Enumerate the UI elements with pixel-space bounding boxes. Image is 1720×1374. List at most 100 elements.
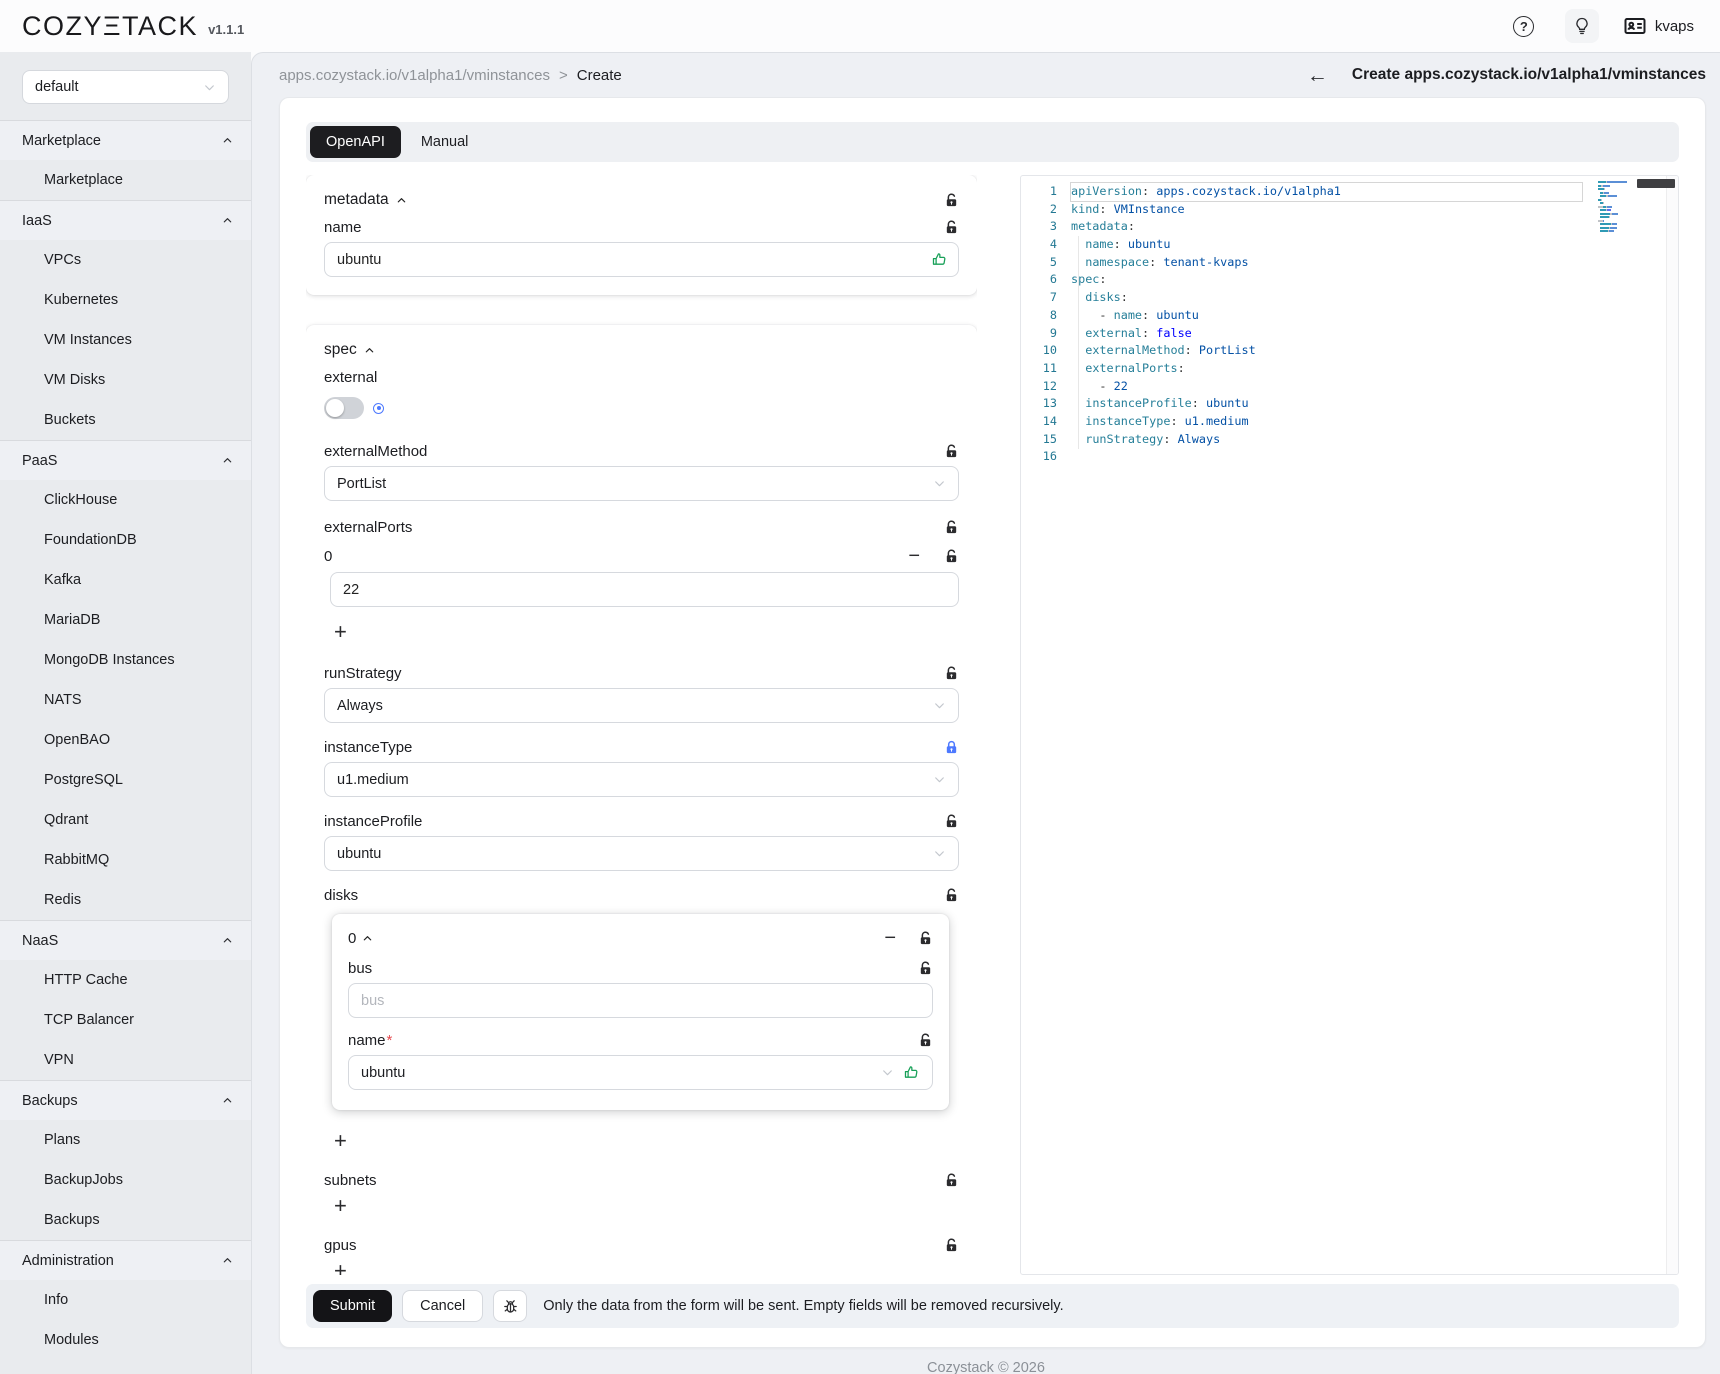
editor-minimap[interactable] xyxy=(1598,181,1662,237)
indent-guide xyxy=(1078,236,1079,449)
sidebar-item-marketplace[interactable]: Marketplace xyxy=(0,160,251,200)
add-disk-button[interactable]: + xyxy=(328,1128,353,1154)
sidebar-item-mongodb-instances[interactable]: MongoDB Instances xyxy=(0,640,251,680)
sidebar-item-kafka[interactable]: Kafka xyxy=(0,560,251,600)
breadcrumb-path[interactable]: apps.cozystack.io/v1alpha1/vminstances xyxy=(279,67,550,84)
sidebar-item-backups[interactable]: Backups xyxy=(0,1200,251,1240)
editor-line: 2kind: VMInstance xyxy=(1021,201,1678,219)
sidebar-item-vm-disks[interactable]: VM Disks xyxy=(0,360,251,400)
add-gpu-button[interactable]: + xyxy=(328,1258,353,1275)
chevron-up-icon xyxy=(222,1095,233,1106)
metadata-name-input[interactable] xyxy=(324,242,959,277)
sidebar-item-http-cache[interactable]: HTTP Cache xyxy=(0,960,251,1000)
sidebar-section-administration[interactable]: Administration xyxy=(0,1240,251,1280)
line-number: 9 xyxy=(1021,325,1071,343)
sidebar-section-paas[interactable]: PaaS xyxy=(0,440,251,480)
remove-disk-button[interactable]: − xyxy=(878,926,902,950)
lock-icon[interactable] xyxy=(944,740,959,755)
chevron-up-icon xyxy=(364,345,375,356)
unlock-icon[interactable] xyxy=(944,520,959,535)
sidebar-item-qdrant[interactable]: Qdrant xyxy=(0,800,251,840)
bus-input[interactable] xyxy=(348,983,933,1018)
sidebar-item-backupjobs[interactable]: BackupJobs xyxy=(0,1160,251,1200)
tab-openapi[interactable]: OpenAPI xyxy=(310,126,401,158)
add-port-button[interactable]: + xyxy=(328,619,353,645)
unlock-icon[interactable] xyxy=(944,220,959,235)
unlock-icon[interactable] xyxy=(918,931,933,946)
external-toggle[interactable] xyxy=(324,397,364,419)
sidebar-item-nats[interactable]: NATS xyxy=(0,680,251,720)
editor-line: 10 externalMethod: PortList xyxy=(1021,342,1678,360)
sidebar-item-redis[interactable]: Redis xyxy=(0,880,251,920)
chevron-down-icon xyxy=(933,699,946,712)
instancetype-select[interactable]: u1.medium xyxy=(324,762,959,797)
sidebar-item-clickhouse[interactable]: ClickHouse xyxy=(0,480,251,520)
unlock-icon[interactable] xyxy=(944,666,959,681)
sidebar-item-vpcs[interactable]: VPCs xyxy=(0,240,251,280)
unlock-icon[interactable] xyxy=(918,961,933,976)
sidebar-item-info[interactable]: Info xyxy=(0,1280,251,1320)
line-number: 10 xyxy=(1021,342,1071,360)
sidebar-item-vm-instances[interactable]: VM Instances xyxy=(0,320,251,360)
unlock-icon[interactable] xyxy=(944,549,959,564)
line-number: 13 xyxy=(1021,395,1071,413)
disk-name-label: name* xyxy=(348,1032,392,1049)
unlock-icon[interactable] xyxy=(944,1238,959,1253)
help-icon: ? xyxy=(1513,16,1534,37)
bug-icon xyxy=(501,1297,520,1316)
unlock-icon[interactable] xyxy=(944,444,959,459)
sidebar-item-modules[interactable]: Modules xyxy=(0,1320,251,1360)
externalports-0-input[interactable] xyxy=(330,572,959,607)
namespace-select[interactable]: default xyxy=(22,70,229,104)
editor-scrollbar[interactable] xyxy=(1666,176,1678,1274)
debug-button[interactable] xyxy=(493,1290,527,1322)
chevron-down-icon xyxy=(881,1066,894,1079)
theme-toggle-button[interactable] xyxy=(1565,9,1599,43)
externalmethod-select[interactable]: PortList xyxy=(324,466,959,501)
sidebar-section-iaas[interactable]: IaaS xyxy=(0,200,251,240)
submit-button[interactable]: Submit xyxy=(313,1290,392,1322)
back-arrow-icon[interactable]: ← xyxy=(1307,65,1328,86)
sidebar-item-mariadb[interactable]: MariaDB xyxy=(0,600,251,640)
unlock-icon[interactable] xyxy=(944,814,959,829)
sidebar-item-buckets[interactable]: Buckets xyxy=(0,400,251,440)
spec-section-header[interactable]: spec xyxy=(324,341,375,359)
chevron-up-icon xyxy=(222,935,233,946)
sidebar-section-backups[interactable]: Backups xyxy=(0,1080,251,1120)
tab-manual[interactable]: Manual xyxy=(405,126,485,158)
disk-name-select[interactable]: ubuntu xyxy=(348,1055,933,1090)
sidebar-item-vpn[interactable]: VPN xyxy=(0,1040,251,1080)
remove-port-button[interactable]: − xyxy=(902,544,926,568)
sidebar-item-postgresql[interactable]: PostgreSQL xyxy=(0,760,251,800)
help-button[interactable]: ? xyxy=(1507,9,1541,43)
sidebar-item-plans[interactable]: Plans xyxy=(0,1120,251,1160)
chevron-up-icon xyxy=(396,195,407,206)
unlock-icon[interactable] xyxy=(944,888,959,903)
editor-line: 11 externalPorts: xyxy=(1021,360,1678,378)
sidebar-section-marketplace[interactable]: Marketplace xyxy=(0,120,251,160)
app-logo[interactable]: COZYΞTACK xyxy=(22,11,198,42)
sidebar-item-rabbitmq[interactable]: RabbitMQ xyxy=(0,840,251,880)
minimap-slider[interactable] xyxy=(1637,179,1675,188)
line-number: 12 xyxy=(1021,378,1071,396)
sidebar-item-tcp-balancer[interactable]: TCP Balancer xyxy=(0,1000,251,1040)
sidebar-item-kubernetes[interactable]: Kubernetes xyxy=(0,280,251,320)
sidebar-section-naas[interactable]: NaaS xyxy=(0,920,251,960)
line-number: 6 xyxy=(1021,271,1071,289)
unlock-icon[interactable] xyxy=(918,1033,933,1048)
unlock-icon[interactable] xyxy=(944,1173,959,1188)
instanceprofile-select[interactable]: ubuntu xyxy=(324,836,959,871)
sidebar-item-openbao[interactable]: OpenBAO xyxy=(0,720,251,760)
add-subnet-button[interactable]: + xyxy=(328,1193,353,1219)
user-menu[interactable]: kvaps xyxy=(1623,14,1694,38)
metadata-section-header[interactable]: metadata xyxy=(324,191,407,209)
cancel-button[interactable]: Cancel xyxy=(402,1290,483,1322)
disk-item-index[interactable]: 0 xyxy=(348,930,356,947)
chevron-up-icon xyxy=(222,455,233,466)
sidebar-item-foundationdb[interactable]: FoundationDB xyxy=(0,520,251,560)
runstrategy-select[interactable]: Always xyxy=(324,688,959,723)
lightbulb-icon xyxy=(1572,16,1592,36)
breadcrumb-separator: > xyxy=(559,67,568,84)
unlock-icon[interactable] xyxy=(944,193,959,208)
yaml-editor[interactable]: 1apiVersion: apps.cozystack.io/v1alpha12… xyxy=(1020,175,1679,1275)
